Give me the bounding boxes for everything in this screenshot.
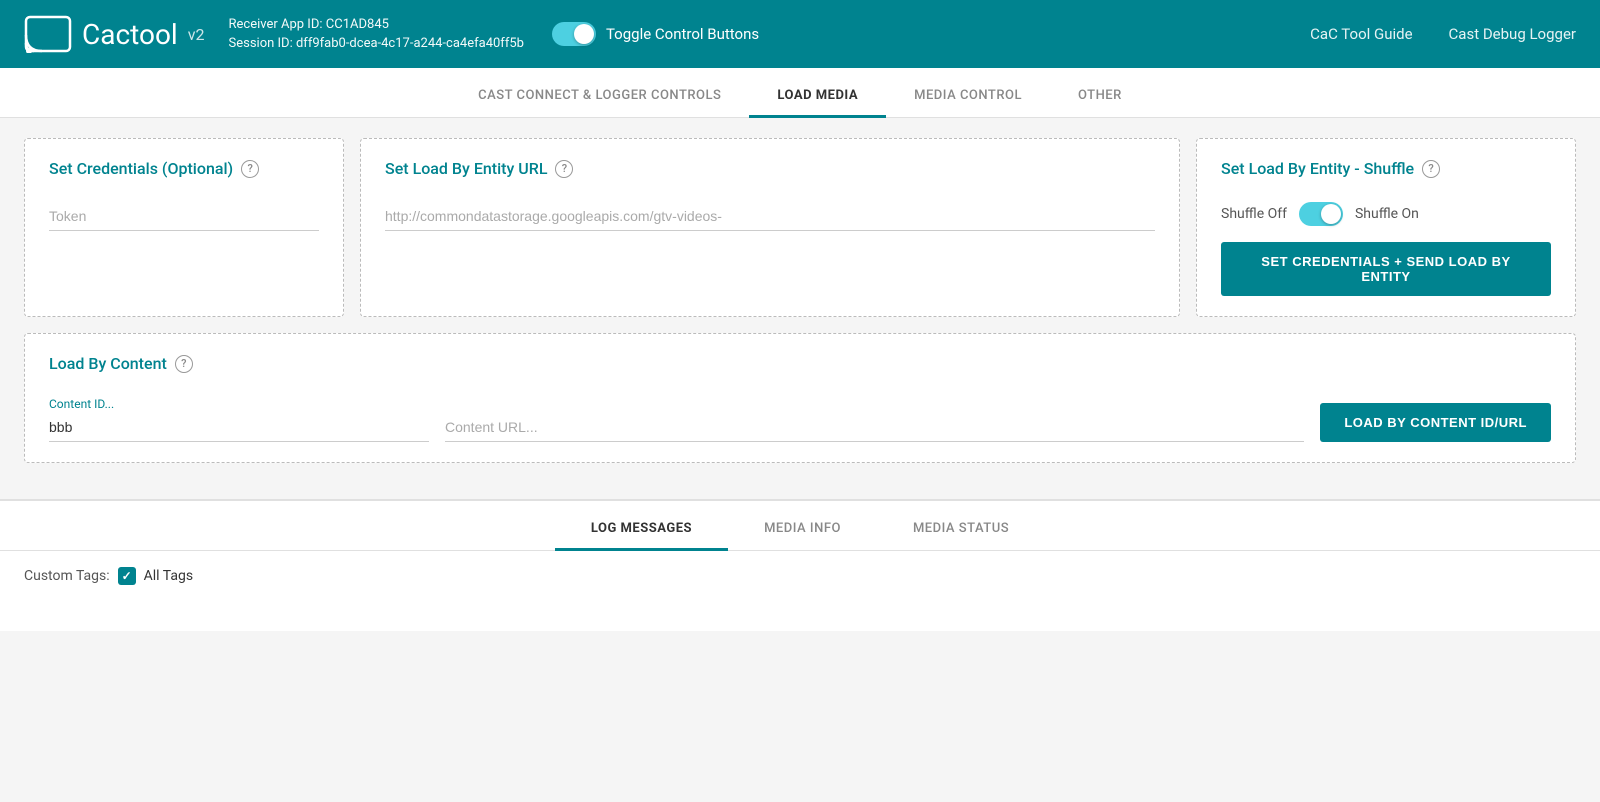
logo-group: Cactool v2 — [24, 15, 205, 53]
entity-url-help-icon[interactable]: ? — [555, 160, 573, 178]
shuffle-off-label: Shuffle Off — [1221, 206, 1287, 222]
tab-load-media[interactable]: LOAD MEDIA — [749, 76, 886, 118]
session-id-row: Session ID: dff9fab0-dcea-4c17-a244-ca4e… — [229, 34, 524, 54]
bottom-section: LOG MESSAGES MEDIA INFO MEDIA STATUS Cus… — [0, 500, 1600, 631]
load-content-title: Load By Content ? — [49, 354, 1551, 373]
load-content-inputs-row: Content ID... LOAD BY CONTENT ID/URL — [49, 397, 1551, 442]
custom-tags-row: Custom Tags: All Tags — [24, 567, 1576, 585]
cac-tool-guide-link[interactable]: CaC Tool Guide — [1310, 25, 1412, 43]
app-version: v2 — [188, 25, 205, 44]
main-tabs-bar: CAST CONNECT & LOGGER CONTROLS LOAD MEDI… — [0, 68, 1600, 118]
tab-media-control[interactable]: MEDIA CONTROL — [886, 76, 1050, 118]
tab-other[interactable]: OTHER — [1050, 76, 1150, 118]
tab-log-messages[interactable]: LOG MESSAGES — [555, 509, 728, 551]
header-nav: CaC Tool Guide Cast Debug Logger — [1310, 25, 1576, 43]
credentials-card: Set Credentials (Optional) ? — [24, 138, 344, 317]
tab-media-status[interactable]: MEDIA STATUS — [877, 509, 1045, 551]
control-buttons-toggle[interactable] — [552, 22, 596, 46]
shuffle-on-label: Shuffle On — [1355, 206, 1419, 222]
shuffle-help-icon[interactable]: ? — [1422, 160, 1440, 178]
credentials-help-icon[interactable]: ? — [241, 160, 259, 178]
content-id-label: Content ID... — [49, 397, 429, 411]
content-id-group: Content ID... — [49, 397, 429, 442]
entity-url-card: Set Load By Entity URL ? — [360, 138, 1180, 317]
bottom-tabs-bar: LOG MESSAGES MEDIA INFO MEDIA STATUS — [0, 501, 1600, 551]
toggle-label: Toggle Control Buttons — [606, 25, 759, 43]
tab-media-info[interactable]: MEDIA INFO — [728, 509, 877, 551]
app-title: Cactool — [82, 18, 178, 51]
load-by-content-button[interactable]: LOAD BY CONTENT ID/URL — [1320, 403, 1551, 442]
load-content-help-icon[interactable]: ? — [175, 355, 193, 373]
shuffle-toggle-row: Shuffle Off Shuffle On — [1221, 202, 1551, 226]
entity-url-input[interactable] — [385, 202, 1155, 231]
entity-url-card-title: Set Load By Entity URL ? — [385, 159, 1155, 178]
shuffle-card-title: Set Load By Entity - Shuffle ? — [1221, 159, 1551, 178]
credentials-card-title: Set Credentials (Optional) ? — [49, 159, 319, 178]
custom-tags-label: Custom Tags: — [24, 568, 110, 584]
tab-cast-connect[interactable]: CAST CONNECT & LOGGER CONTROLS — [450, 76, 749, 118]
toggle-control-group: Toggle Control Buttons — [552, 22, 759, 46]
content-url-input[interactable] — [445, 413, 1304, 442]
load-content-card: Load By Content ? Content ID... LOAD BY … — [24, 333, 1576, 463]
all-tags-checkbox[interactable] — [118, 567, 136, 585]
token-input[interactable] — [49, 202, 319, 231]
shuffle-toggle[interactable] — [1299, 202, 1343, 226]
bottom-content-area: Custom Tags: All Tags — [0, 551, 1600, 631]
content-id-input[interactable] — [49, 413, 429, 442]
app-header: Cactool v2 Receiver App ID: CC1AD845 Ses… — [0, 0, 1600, 68]
main-content: Set Credentials (Optional) ? Set Load By… — [0, 118, 1600, 499]
set-credentials-send-load-button[interactable]: SET CREDENTIALS + SEND LOAD BY ENTITY — [1221, 242, 1551, 296]
content-url-group — [445, 413, 1304, 442]
receiver-app-id-row: Receiver App ID: CC1AD845 — [229, 15, 524, 35]
cast-debug-logger-link[interactable]: Cast Debug Logger — [1449, 25, 1576, 43]
shuffle-card: Set Load By Entity - Shuffle ? Shuffle O… — [1196, 138, 1576, 317]
all-tags-label: All Tags — [144, 568, 193, 584]
top-cards-row: Set Credentials (Optional) ? Set Load By… — [24, 138, 1576, 317]
cast-logo-icon — [24, 15, 72, 53]
session-info: Receiver App ID: CC1AD845 Session ID: df… — [229, 15, 524, 54]
